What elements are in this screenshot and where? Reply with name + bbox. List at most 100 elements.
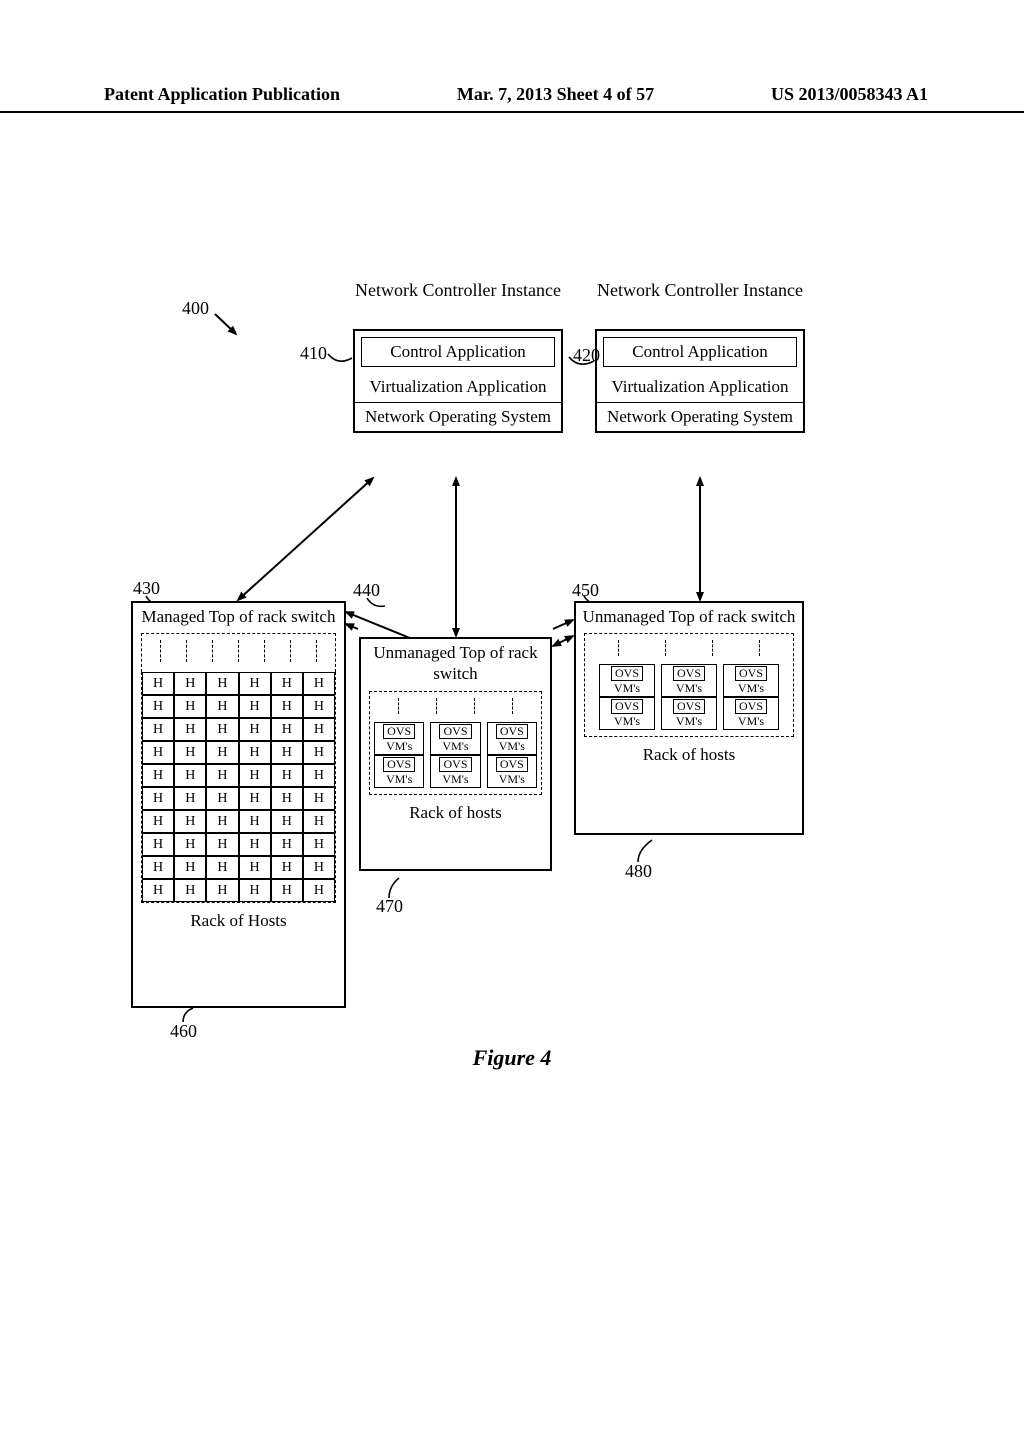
rack-440-vm-area: OVSVM'sOVSVM'sOVSVM'sOVSVM'sOVSVM'sOVSVM…	[369, 691, 542, 795]
host-cell: H	[271, 879, 303, 902]
ref480-hook	[638, 840, 652, 862]
header-center: Mar. 7, 2013 Sheet 4 of 57	[457, 84, 654, 105]
ovs-label: OVS	[673, 699, 705, 714]
vm-host-box: OVSVM's	[430, 722, 480, 755]
rack-440-caption: Rack of hosts	[361, 795, 550, 823]
ref460-hook	[183, 1008, 193, 1022]
ovs-label: OVS	[439, 757, 471, 772]
host-cell: H	[174, 856, 206, 879]
control-app-410: Control Application	[361, 337, 555, 367]
host-cell: H	[239, 695, 271, 718]
vms-label: VM's	[386, 740, 412, 752]
host-cell: H	[206, 672, 238, 695]
host-cell: H	[174, 764, 206, 787]
rack-450: Unmanaged Top of rack switch OVSVM'sOVSV…	[574, 601, 804, 835]
ovs-label: OVS	[611, 666, 643, 681]
host-cell: H	[142, 695, 174, 718]
dashed-sep	[290, 640, 291, 662]
host-row: HHHHHH	[142, 833, 335, 856]
vms-label: VM's	[676, 682, 702, 694]
host-cell: H	[142, 833, 174, 856]
rack-430: Managed Top of rack switch HHHHHHHHHHHHH…	[131, 601, 346, 1008]
host-cell: H	[271, 833, 303, 856]
host-cell: H	[174, 672, 206, 695]
edge-440-450	[553, 636, 573, 646]
host-cell: H	[174, 833, 206, 856]
dashed-sep	[186, 640, 187, 662]
vm-row: OVSVM'sOVSVM'sOVSVM's	[589, 697, 789, 730]
ovs-label: OVS	[735, 666, 767, 681]
virt-app-420: Virtualization Application	[597, 373, 803, 402]
host-cell: H	[142, 764, 174, 787]
rack-430-title: Managed Top of rack switch	[133, 603, 344, 633]
host-cell: H	[206, 718, 238, 741]
host-cell: H	[174, 787, 206, 810]
host-cell: H	[142, 856, 174, 879]
host-row: HHHHHH	[142, 764, 335, 787]
rack-440-title: Unmanaged Top of rack switch	[361, 639, 550, 691]
host-cell: H	[206, 833, 238, 856]
host-cell: H	[303, 810, 335, 833]
host-cell: H	[239, 856, 271, 879]
ref-460: 460	[170, 1021, 197, 1042]
host-row: HHHHHH	[142, 672, 335, 695]
figure-diagram: 400 410 420 430 440 450 460 470 480 Netw…	[0, 120, 1024, 1100]
vms-label: VM's	[386, 773, 412, 785]
host-cell: H	[271, 856, 303, 879]
nos-420: Network Operating System	[597, 403, 803, 431]
host-cell: H	[271, 810, 303, 833]
ovs-label: OVS	[611, 699, 643, 714]
control-app-420: Control Application	[603, 337, 797, 367]
vm-host-box: OVSVM's	[374, 722, 424, 755]
host-cell: H	[239, 879, 271, 902]
host-cell: H	[303, 718, 335, 741]
ovs-label: OVS	[439, 724, 471, 739]
host-cell: H	[174, 810, 206, 833]
vm-row: OVSVM'sOVSVM'sOVSVM's	[589, 664, 789, 697]
ref-480: 480	[625, 861, 652, 882]
vms-label: VM's	[614, 682, 640, 694]
ref-450: 450	[572, 580, 599, 601]
vms-label: VM's	[614, 715, 640, 727]
host-cell: H	[239, 764, 271, 787]
rack-430-caption: Rack of Hosts	[133, 903, 344, 931]
host-cell: H	[303, 856, 335, 879]
host-cell: H	[174, 718, 206, 741]
virt-app-410: Virtualization Application	[355, 373, 561, 402]
controller-title-right: Network Controller Instance	[595, 280, 805, 301]
ref470-hook	[389, 878, 399, 898]
vm-host-box: OVSVM's	[723, 697, 779, 730]
ref-410: 410	[300, 343, 327, 364]
host-row: HHHHHH	[142, 741, 335, 764]
figure-label: Figure 4	[0, 1045, 1024, 1071]
dashed-sep	[316, 640, 317, 662]
edge-430-450b	[553, 620, 573, 629]
ref-430: 430	[133, 578, 160, 599]
edge-430-450a	[346, 624, 358, 629]
vm-host-box: OVSVM's	[374, 755, 424, 788]
dashed-sep	[512, 698, 513, 714]
controller-title-left: Network Controller Instance	[353, 280, 563, 301]
host-cell: H	[142, 787, 174, 810]
host-cell: H	[206, 695, 238, 718]
host-cell: H	[303, 695, 335, 718]
rack-430-dash-top	[141, 633, 336, 672]
vm-row: OVSVM'sOVSVM'sOVSVM's	[374, 722, 537, 755]
rack-450-vm-area: OVSVM'sOVSVM'sOVSVM'sOVSVM'sOVSVM'sOVSVM…	[584, 633, 794, 737]
ref-470: 470	[376, 896, 403, 917]
dashed-sep	[759, 640, 760, 656]
ovs-label: OVS	[383, 724, 415, 739]
ref-400: 400	[182, 298, 209, 319]
host-cell: H	[303, 672, 335, 695]
host-row: HHHHHH	[142, 879, 335, 902]
dashed-sep	[160, 640, 161, 662]
ovs-label: OVS	[496, 757, 528, 772]
vm-host-box: OVSVM's	[661, 697, 717, 730]
host-cell: H	[206, 787, 238, 810]
host-cell: H	[206, 810, 238, 833]
vms-label: VM's	[442, 740, 468, 752]
host-cell: H	[303, 741, 335, 764]
host-cell: H	[271, 787, 303, 810]
rack-450-caption: Rack of hosts	[576, 737, 802, 765]
vms-label: VM's	[499, 773, 525, 785]
